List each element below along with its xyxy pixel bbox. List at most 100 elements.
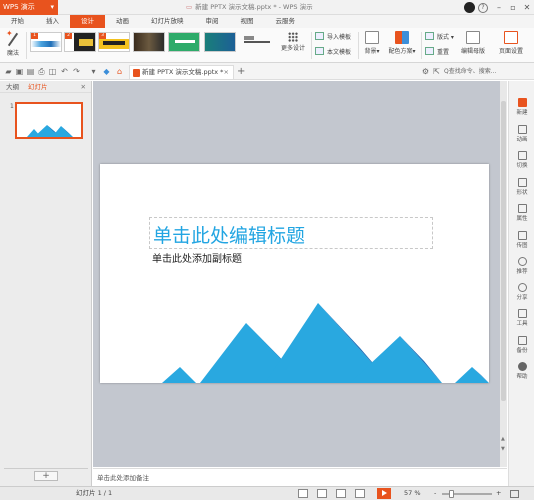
upload-image-icon <box>517 231 527 240</box>
new-tab-icon[interactable]: + <box>237 65 245 78</box>
design-template-2[interactable]: 2 <box>64 32 96 52</box>
tab-design[interactable]: 设计 <box>70 15 105 28</box>
title-placeholder-box[interactable]: 单击此处编辑标题 <box>149 217 433 249</box>
sidebar-item-share[interactable]: 分享 <box>509 283 534 301</box>
slide-canvas[interactable]: 单击此处编辑标题 单击此处添加副标题 <box>100 164 489 383</box>
notes-area[interactable]: 单击此处添加备注 <box>93 468 507 486</box>
cloud-icon[interactable]: ◆ <box>102 67 111 76</box>
edit-master-icon <box>466 31 480 44</box>
home-icon[interactable]: ⌂ <box>115 67 124 76</box>
sidebar-item-backup[interactable]: 备份 <box>509 336 534 354</box>
tab-home[interactable]: 开始 <box>0 15 35 28</box>
reset-button[interactable]: 重置 <box>425 47 449 58</box>
tab-cloud[interactable]: 云服务 <box>265 15 307 28</box>
normal-view-icon[interactable] <box>317 489 327 498</box>
reading-view-icon[interactable] <box>355 489 365 498</box>
editing-canvas: 单击此处编辑标题 单击此处添加副标题 <box>93 81 507 467</box>
magic-wand-icon <box>6 29 20 47</box>
save-icon[interactable]: ▣ <box>15 67 24 76</box>
zoom-level[interactable]: 57 % <box>404 487 421 500</box>
page-setup-button[interactable]: 页面设置 <box>496 31 526 55</box>
sidebar-item-animation[interactable]: 动画 <box>509 125 534 143</box>
tools-icon <box>517 309 527 318</box>
redo-icon[interactable]: ↷ <box>72 67 81 76</box>
zoom-slider-handle[interactable] <box>449 490 454 498</box>
layout-button[interactable]: 版式 ▾ <box>425 32 454 43</box>
more-design-button[interactable]: 更多设计 <box>278 32 308 52</box>
tab-outline[interactable]: 大纲 <box>6 81 19 93</box>
maximize-icon[interactable]: ▫ <box>506 3 520 12</box>
design-template-5[interactable]: 5 <box>168 32 200 52</box>
right-sidebar: 新建 动画 切换 形状 属性 传图 推荐 分享 工具 备份 帮助 <box>508 81 534 486</box>
slide-sorter-icon[interactable] <box>336 489 346 498</box>
expand-icon[interactable]: ⇱ <box>432 67 441 76</box>
subtitle-placeholder-box[interactable]: 单击此处添加副标题 <box>149 250 433 265</box>
help-icon[interactable]: ? <box>478 2 488 13</box>
design-template-6[interactable]: 6 <box>204 32 236 52</box>
text-template-button[interactable]: 本文模板 <box>315 47 351 58</box>
slide-number: 1 <box>10 103 14 110</box>
vertical-scrollbar[interactable]: ▲ ▼ <box>500 81 507 467</box>
slide-thumbnail[interactable] <box>15 102 83 139</box>
ribbon-divider <box>311 32 312 59</box>
slide-title-placeholder[interactable]: 单击此处编辑标题 <box>153 221 305 248</box>
sidebar-item-help[interactable]: 帮助 <box>509 362 534 380</box>
sidebar-item-tools[interactable]: 工具 <box>509 309 534 327</box>
zoom-in-button[interactable]: + <box>496 487 501 500</box>
design-template-7[interactable] <box>240 32 274 52</box>
tab-insert[interactable]: 插入 <box>35 15 70 28</box>
tab-slideshow[interactable]: 幻灯片放映 <box>140 15 195 28</box>
tab-slides[interactable]: 幻灯片 <box>28 81 48 93</box>
background-button[interactable]: 背景▾ <box>361 31 383 55</box>
design-template-4[interactable]: 4 <box>133 32 165 52</box>
notes-toggle-icon[interactable] <box>298 489 308 498</box>
sidebar-item-new[interactable]: 新建 <box>509 98 534 116</box>
magic-button[interactable]: 魔法 <box>2 29 24 57</box>
import-template-icon <box>315 32 324 40</box>
sidebar-item-upload-image[interactable]: 传图 <box>509 231 534 249</box>
undo-icon[interactable]: ↶ <box>60 67 69 76</box>
settings-icon[interactable]: ⚙ <box>421 67 430 76</box>
fit-window-icon[interactable] <box>510 490 519 498</box>
scroll-down-icon[interactable]: ▼ <box>501 446 505 452</box>
design-template-1[interactable]: 1 <box>30 32 62 52</box>
import-template-button[interactable]: 导入模板 <box>315 32 351 43</box>
sidebar-item-property[interactable]: 属性 <box>509 204 534 222</box>
tab-review[interactable]: 审阅 <box>195 15 230 28</box>
command-search-input[interactable]: Q查找命令、搜索... <box>444 66 532 77</box>
design-template-3[interactable]: 3 <box>98 32 130 52</box>
minimize-icon[interactable]: – <box>492 3 506 12</box>
sidebar-item-shape[interactable]: 形状 <box>509 178 534 196</box>
dropdown-icon[interactable]: ▾ <box>89 67 98 76</box>
qq-avatar-icon[interactable] <box>464 2 475 13</box>
app-menu-button[interactable]: WPS 演示 ▾ <box>0 0 58 15</box>
window-controls: ? – ▫ ✕ <box>464 0 534 15</box>
sidebar-item-transition[interactable]: 切换 <box>509 151 534 169</box>
close-tab-icon[interactable]: × <box>224 66 229 79</box>
play-slideshow-button[interactable] <box>377 488 391 499</box>
print-icon[interactable]: ⎙ <box>37 67 46 76</box>
edit-master-button[interactable]: 编辑母版 <box>458 31 488 55</box>
scrollbar-thumb[interactable] <box>501 101 506 401</box>
close-icon[interactable]: ✕ <box>520 3 534 12</box>
title-bar: WPS 演示 ▾ ▭ 新建 PPTX 演示文稿.pptx * - WPS 演示 ?… <box>0 0 534 15</box>
pdf-icon[interactable]: ▤ <box>26 67 35 76</box>
zoom-out-button[interactable]: - <box>434 487 436 500</box>
layout-icon <box>425 32 434 40</box>
add-slide-button[interactable]: + <box>34 471 58 481</box>
panel-tabs: 大纲 幻灯片 ✕ <box>0 81 91 93</box>
tab-animation[interactable]: 动画 <box>105 15 140 28</box>
scroll-up-icon[interactable]: ▲ <box>501 436 505 442</box>
document-icon: ▭ <box>186 3 193 11</box>
ribbon-design: 魔法 1 2 3 4 5 6 更多设计 导入模板 本文模板 <box>0 28 534 63</box>
tab-view[interactable]: 视图 <box>230 15 265 28</box>
text-template-icon <box>315 47 324 55</box>
sidebar-item-recommend[interactable]: 推荐 <box>509 257 534 275</box>
document-tab[interactable]: 新建 PPTX 演示文稿.pptx * × <box>129 65 234 79</box>
open-folder-icon[interactable]: ▰ <box>4 67 13 76</box>
slide-subtitle-placeholder[interactable]: 单击此处添加副标题 <box>152 250 242 265</box>
background-icon <box>365 31 379 44</box>
close-panel-icon[interactable]: ✕ <box>81 81 86 93</box>
color-scheme-button[interactable]: 配色方案▾ <box>385 31 419 55</box>
preview-icon[interactable]: ◫ <box>48 67 57 76</box>
